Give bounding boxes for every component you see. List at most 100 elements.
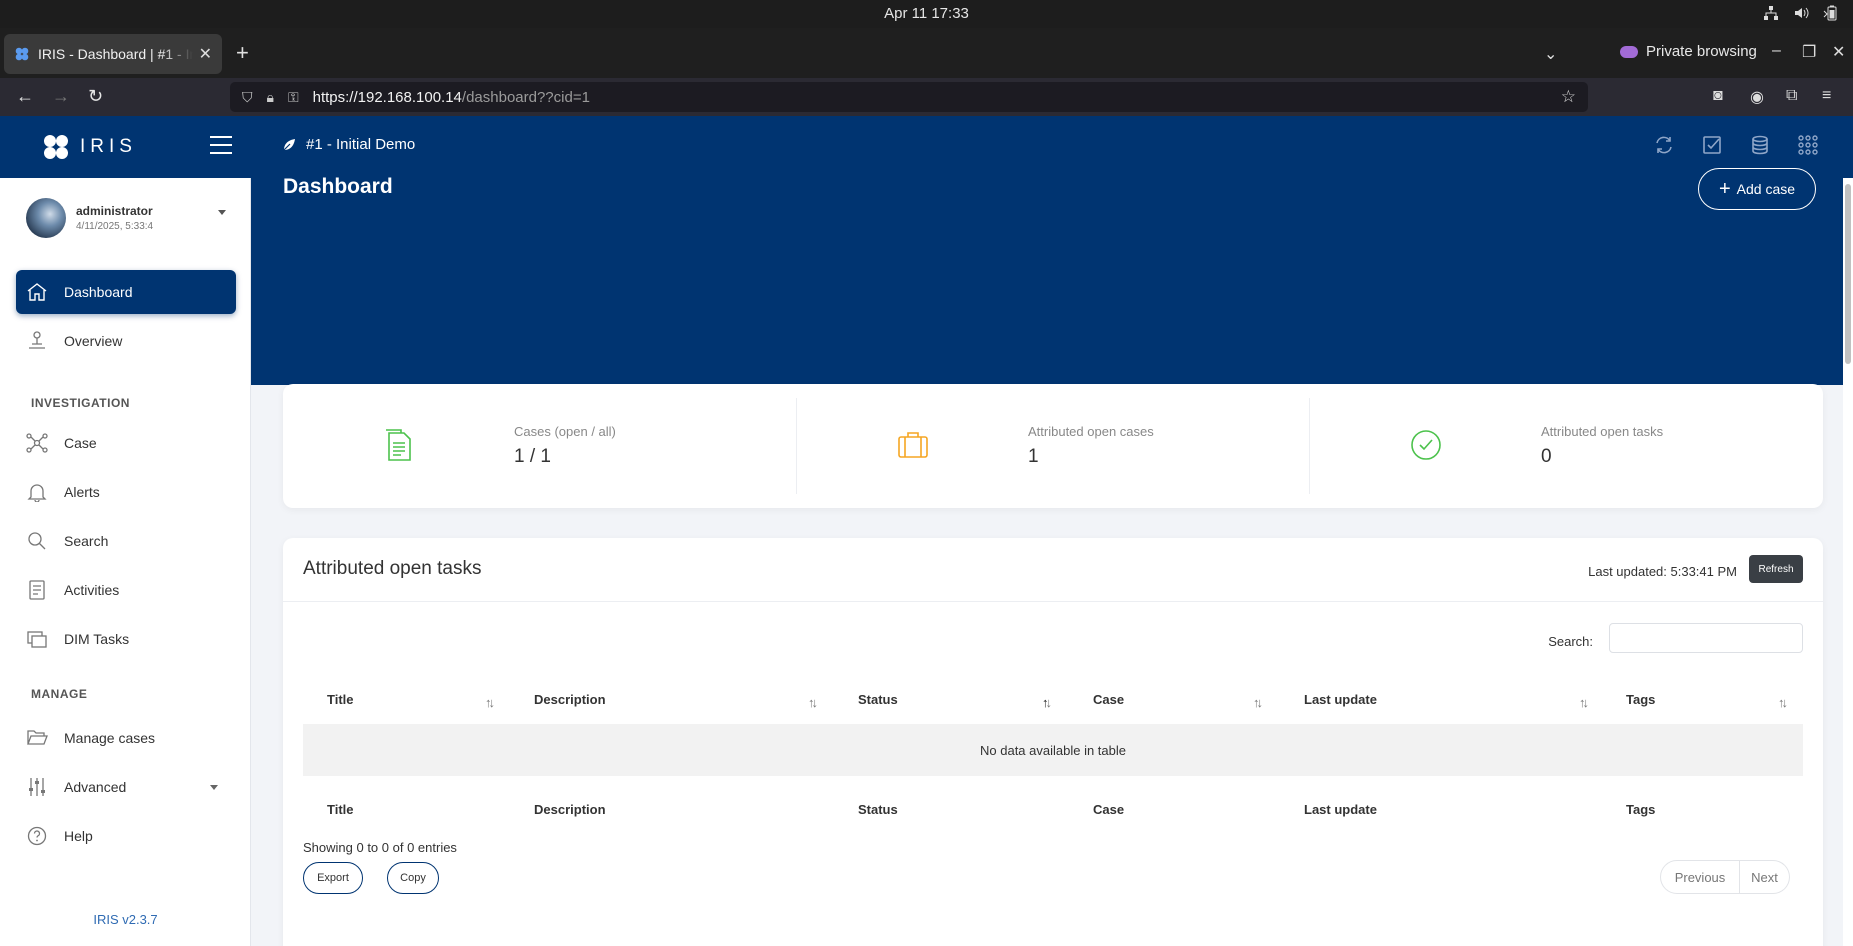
search-icon — [28, 532, 46, 550]
sidebar-item-overview[interactable]: Overview — [16, 319, 236, 363]
sidebar-item-case[interactable]: Case — [16, 421, 236, 465]
table-search-input[interactable] — [1609, 623, 1803, 653]
sync-icon[interactable] — [1653, 134, 1675, 156]
key-icon[interactable]: ⚿ — [288, 89, 299, 106]
column-header-status[interactable]: Status — [858, 692, 898, 707]
tab-title: IRIS - Dashboard | #1 - Initial Demo — [38, 46, 193, 62]
lock-icon[interactable]: 🔒︎ — [267, 89, 274, 106]
list-tabs-chevron-icon[interactable]: ⌄ — [1544, 44, 1557, 64]
menu-icon[interactable]: ≡ — [1822, 87, 1831, 105]
address-bar[interactable]: ⛉ 🔒︎ ⚿ https://192.168.100.14/dashboard?… — [230, 82, 1588, 112]
pagination-previous[interactable]: Previous — [1660, 860, 1740, 894]
sidebar-toggle-icon[interactable] — [210, 136, 232, 154]
stat-label: Attributed open tasks — [1541, 424, 1664, 439]
account-icon[interactable]: ◉ — [1750, 87, 1764, 107]
os-clock[interactable]: Apr 11 17:33 — [0, 5, 1853, 22]
browser-tab-strip: IRIS - Dashboard | #1 - Initial Demo ✕ +… — [0, 28, 1853, 78]
user-menu-caret-icon[interactable] — [218, 210, 226, 215]
bell-icon — [27, 484, 47, 502]
sort-icon[interactable]: ↑↓ — [808, 695, 818, 710]
stat-value: 1 — [1028, 446, 1039, 467]
sort-icon[interactable]: ↑↓ — [1253, 695, 1263, 710]
sidebar-item-help[interactable]: Help — [16, 814, 236, 858]
sidebar-item-search[interactable]: Search — [16, 519, 236, 563]
column-footer-description: Description — [534, 802, 606, 817]
pagination-next[interactable]: Next — [1740, 860, 1790, 894]
user-profile[interactable]: administrator 4/11/2025, 5:33:4 — [26, 198, 153, 238]
add-case-button[interactable]: + Add case — [1698, 168, 1816, 210]
logo-text: IRIS — [80, 136, 137, 157]
back-icon[interactable]: ← — [16, 86, 34, 107]
column-header-title[interactable]: Title — [327, 692, 354, 707]
sliders-icon — [29, 778, 45, 796]
sort-icon[interactable]: ↑↓ — [1579, 695, 1589, 710]
url-path: /dashboard??cid=1 — [461, 88, 590, 106]
sort-icon[interactable]: ↑↓ — [485, 695, 495, 710]
shield-icon[interactable]: ⛉ — [242, 89, 253, 106]
column-footer-last-update: Last update — [1304, 802, 1377, 817]
column-header-case[interactable]: Case — [1093, 692, 1124, 707]
column-header-description[interactable]: Description — [534, 692, 606, 707]
document-icon — [386, 429, 411, 461]
search-label: Search: — [1548, 634, 1593, 649]
attributed-tasks-card: Attributed open tasks Last updated: 5:33… — [283, 538, 1823, 946]
close-tab-icon[interactable]: ✕ — [199, 44, 212, 64]
sidebar-item-alerts[interactable]: Alerts — [16, 470, 236, 514]
volume-icon[interactable] — [1793, 5, 1809, 21]
extensions-icon[interactable]: ⧉ — [1786, 87, 1797, 105]
sidebar-item-label: Dashboard — [64, 284, 133, 300]
column-footer-case: Case — [1093, 802, 1125, 817]
nav-section-manage: MANAGE — [31, 687, 88, 701]
sidebar-item-dim-tasks[interactable]: DIM Tasks — [16, 617, 236, 661]
browser-toolbar: ← → ↻ ⛉ 🔒︎ ⚿ https://192.168.100.14/dash… — [0, 78, 1853, 116]
stat-value: 0 — [1541, 446, 1552, 467]
minimize-window-icon[interactable]: – — [1772, 42, 1781, 60]
stat-open-cases: Attributed open cases 1 — [796, 398, 1309, 494]
sort-icon[interactable]: ↑↓ — [1778, 695, 1788, 710]
close-window-icon[interactable]: ✕ — [1832, 42, 1845, 62]
app-version[interactable]: IRIS v2.3.7 — [0, 912, 251, 927]
iris-favicon-icon — [15, 47, 29, 61]
chevron-down-icon — [210, 785, 218, 790]
sidebar-item-label: Help — [64, 828, 93, 844]
export-button[interactable]: Export — [303, 862, 363, 894]
column-header-tags[interactable]: Tags — [1626, 692, 1655, 707]
apps-grid-icon[interactable] — [1797, 134, 1819, 156]
sidebar-item-label: Advanced — [64, 779, 127, 795]
pocket-icon[interactable]: ◙ — [1713, 87, 1723, 105]
page-title: Dashboard — [283, 175, 393, 198]
column-footer-title: Title — [327, 802, 354, 817]
add-case-label: Add case — [1736, 181, 1796, 197]
database-icon[interactable] — [1749, 134, 1771, 156]
table-empty-row: No data available in table — [303, 724, 1803, 776]
case-name: #1 - Initial Demo — [306, 136, 416, 153]
private-mask-icon — [1620, 45, 1638, 58]
user-name: administrator — [76, 204, 153, 218]
column-header-last-update[interactable]: Last update — [1304, 692, 1377, 707]
reload-icon[interactable]: ↻ — [88, 86, 103, 107]
scrollbar-thumb[interactable] — [1845, 184, 1851, 364]
sidebar-item-manage-cases[interactable]: Manage cases — [16, 716, 236, 760]
bookmark-star-icon[interactable]: ☆ — [1561, 87, 1576, 107]
table-info: Showing 0 to 0 of 0 entries — [303, 840, 457, 855]
system-tray[interactable] — [1763, 5, 1839, 21]
forward-icon[interactable]: → — [52, 86, 70, 107]
sidebar-item-label: Alerts — [64, 484, 100, 500]
current-case[interactable]: #1 - Initial Demo — [282, 136, 415, 153]
user-pin-icon — [29, 331, 45, 349]
sidebar-item-advanced[interactable]: Advanced — [16, 765, 236, 809]
page-scrollbar[interactable] — [1843, 178, 1853, 946]
new-tab-button[interactable]: + — [236, 42, 249, 64]
refresh-button[interactable]: Refresh — [1749, 555, 1803, 583]
sort-ascending-icon[interactable]: ↑↓ — [1042, 695, 1052, 710]
copy-button[interactable]: Copy — [387, 862, 439, 894]
avatar[interactable] — [26, 198, 66, 238]
battery-icon[interactable] — [1823, 5, 1839, 21]
tasks-check-icon[interactable] — [1701, 134, 1723, 156]
stat-open-tasks: Attributed open tasks 0 — [1309, 398, 1822, 494]
sidebar-item-dashboard[interactable]: Dashboard — [16, 270, 236, 314]
restore-window-icon[interactable]: ❐ — [1802, 42, 1816, 62]
sidebar-item-activities[interactable]: Activities — [16, 568, 236, 612]
network-icon[interactable] — [1763, 5, 1779, 21]
browser-tab-active[interactable]: IRIS - Dashboard | #1 - Initial Demo ✕ — [4, 34, 222, 74]
